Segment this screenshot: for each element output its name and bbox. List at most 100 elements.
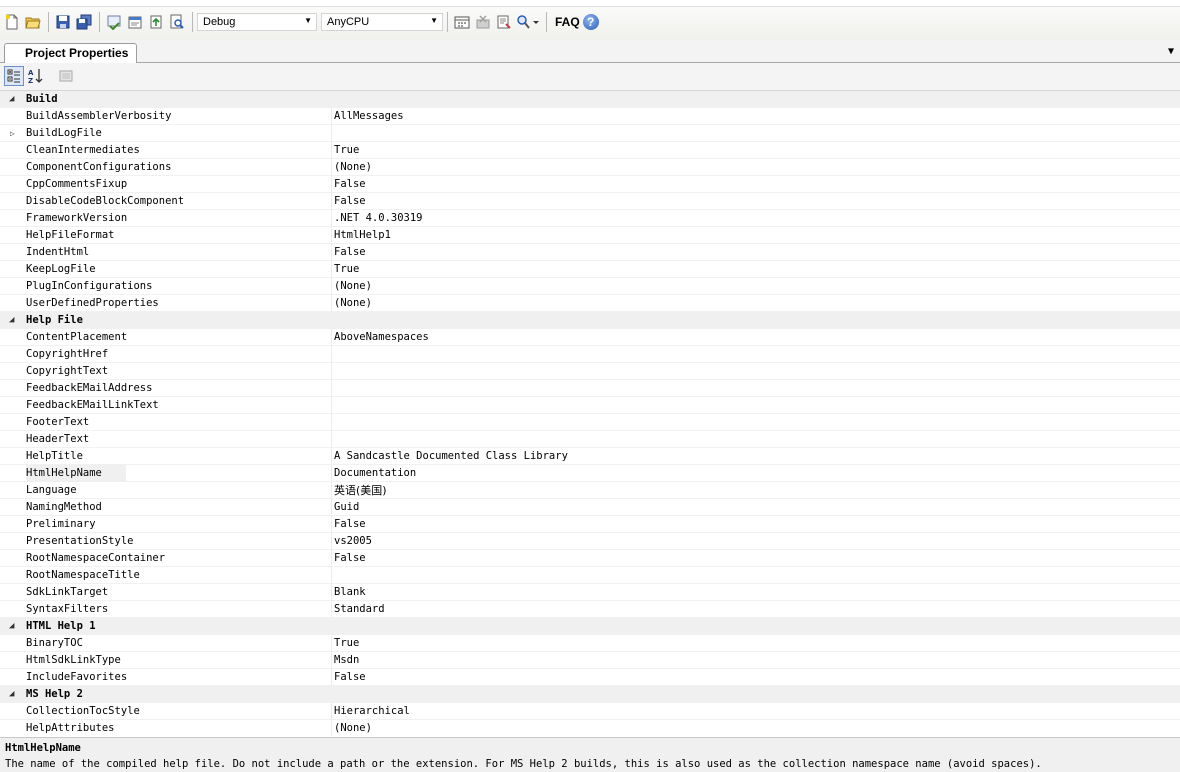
collapse-triangle-icon[interactable]: ◢: [9, 618, 14, 635]
property-value[interactable]: Blank: [334, 584, 1174, 601]
property-row[interactable]: RootNamespaceTitle: [0, 567, 1180, 584]
property-row[interactable]: HeaderText: [0, 431, 1180, 448]
properties-window-icon[interactable]: [125, 12, 145, 32]
property-row[interactable]: Preliminary False: [0, 516, 1180, 533]
search-dropdown-icon[interactable]: [515, 12, 541, 32]
property-value[interactable]: (None): [334, 159, 1174, 176]
property-name: Language: [26, 484, 77, 496]
property-row[interactable]: CleanIntermediates True: [0, 142, 1180, 159]
property-row[interactable]: NamingMethod Guid: [0, 499, 1180, 516]
property-row[interactable]: PlugInConfigurations (None): [0, 278, 1180, 295]
save-icon[interactable]: [53, 12, 73, 32]
property-row[interactable]: FeedbackEMailAddress: [0, 380, 1180, 397]
property-row[interactable]: SdkLinkTarget Blank: [0, 584, 1180, 601]
property-value[interactable]: True: [334, 261, 1174, 278]
property-row[interactable]: PresentationStyle vs2005: [0, 533, 1180, 550]
property-value[interactable]: .NET 4.0.30319: [334, 210, 1174, 227]
cancel-build-icon[interactable]: [473, 12, 493, 32]
property-value[interactable]: vs2005: [334, 533, 1174, 550]
property-value[interactable]: Msdn: [334, 652, 1174, 669]
property-value[interactable]: False: [334, 244, 1174, 261]
property-value[interactable]: 英语(美国): [334, 482, 1174, 499]
property-value[interactable]: False: [334, 550, 1174, 567]
tab-list-dropdown-icon[interactable]: ▼: [1168, 46, 1174, 57]
property-value[interactable]: False: [334, 176, 1174, 193]
category-row[interactable]: ◢ HTML Help 1: [0, 618, 1180, 635]
document-upload-icon[interactable]: [146, 12, 166, 32]
property-row[interactable]: ContentPlacement AboveNamespaces: [0, 329, 1180, 346]
property-name: HtmlSdkLinkType: [26, 654, 121, 666]
help-icon[interactable]: ?: [582, 14, 599, 30]
property-row[interactable]: CollectionTocStyle Hierarchical: [0, 703, 1180, 720]
property-row[interactable]: BuildAssemblerVerbosity AllMessages: [0, 108, 1180, 125]
collapse-triangle-icon[interactable]: ◢: [9, 91, 14, 108]
new-file-icon[interactable]: [2, 12, 22, 32]
property-row[interactable]: FeedbackEMailLinkText: [0, 397, 1180, 414]
property-row[interactable]: HelpTitle A Sandcastle Documented Class L…: [0, 448, 1180, 465]
collapse-triangle-icon[interactable]: ◢: [9, 312, 14, 329]
category-row[interactable]: ◢ Help File: [0, 312, 1180, 329]
property-value[interactable]: HtmlHelp1: [334, 227, 1174, 244]
category-row[interactable]: ◢ Build: [0, 91, 1180, 108]
property-row[interactable]: FrameworkVersion .NET 4.0.30319: [0, 210, 1180, 227]
property-value[interactable]: Documentation: [334, 465, 1174, 482]
property-row[interactable]: UserDefinedProperties (None): [0, 295, 1180, 312]
property-value[interactable]: (None): [334, 295, 1174, 312]
property-value[interactable]: False: [334, 669, 1174, 686]
category-label: Help File: [26, 314, 83, 326]
column-divider: [331, 465, 332, 482]
property-row[interactable]: KeepLogFile True: [0, 261, 1180, 278]
property-row[interactable]: FooterText: [0, 414, 1180, 431]
property-name: UserDefinedProperties: [26, 297, 159, 309]
property-row[interactable]: Language 英语(美国): [0, 482, 1180, 499]
property-row[interactable]: ComponentConfigurations (None): [0, 159, 1180, 176]
property-name: CleanIntermediates: [26, 144, 140, 156]
property-value[interactable]: A Sandcastle Documented Class Library: [334, 448, 1174, 465]
configuration-select[interactable]: Debug ▼: [197, 13, 317, 31]
property-row[interactable]: ▷ BuildLogFile: [0, 125, 1180, 142]
svg-text:Z: Z: [28, 77, 33, 85]
project-explorer-icon[interactable]: [104, 12, 124, 32]
property-row[interactable]: IndentHtml False: [0, 244, 1180, 261]
open-folder-icon[interactable]: [23, 12, 43, 32]
property-row[interactable]: IncludeFavorites False: [0, 669, 1180, 686]
property-row[interactable]: BinaryTOC True: [0, 635, 1180, 652]
column-divider: [331, 397, 332, 414]
property-value[interactable]: False: [334, 516, 1174, 533]
property-pages-icon[interactable]: [56, 66, 76, 86]
property-value[interactable]: (None): [334, 720, 1174, 736]
find-in-document-icon[interactable]: [167, 12, 187, 32]
expand-triangle-icon[interactable]: ▷: [10, 125, 15, 142]
alphabetical-sort-icon[interactable]: AZ: [26, 66, 46, 86]
category-row[interactable]: ◢ MS Help 2: [0, 686, 1180, 703]
property-row[interactable]: CppCommentsFixup False: [0, 176, 1180, 193]
property-row[interactable]: HelpAttributes (None): [0, 720, 1180, 736]
property-value[interactable]: AboveNamespaces: [334, 329, 1174, 346]
view-help-icon[interactable]: [494, 12, 514, 32]
property-row[interactable]: HelpFileFormat HtmlHelp1: [0, 227, 1180, 244]
property-value[interactable]: Standard: [334, 601, 1174, 618]
property-row[interactable]: HtmlSdkLinkType Msdn: [0, 652, 1180, 669]
property-row[interactable]: RootNamespaceContainer False: [0, 550, 1180, 567]
categorized-view-icon[interactable]: [4, 66, 24, 86]
property-row[interactable]: SyntaxFilters Standard: [0, 601, 1180, 618]
property-row[interactable]: HtmlHelpName Documentation: [0, 465, 1180, 482]
faq-button[interactable]: FAQ: [555, 15, 580, 29]
property-value[interactable]: AllMessages: [334, 108, 1174, 125]
property-name: HtmlHelpName: [26, 465, 126, 482]
platform-select[interactable]: AnyCPU ▼: [321, 13, 443, 31]
configuration-value: Debug: [203, 16, 236, 28]
property-row[interactable]: CopyrightText: [0, 363, 1180, 380]
property-row[interactable]: DisableCodeBlockComponent False: [0, 193, 1180, 210]
property-value[interactable]: (None): [334, 278, 1174, 295]
property-row[interactable]: CopyrightHref: [0, 346, 1180, 363]
property-value[interactable]: True: [334, 142, 1174, 159]
property-value[interactable]: True: [334, 635, 1174, 652]
save-all-icon[interactable]: [74, 12, 94, 32]
build-help-icon[interactable]: [452, 12, 472, 32]
property-value[interactable]: Hierarchical: [334, 703, 1174, 720]
property-value[interactable]: False: [334, 193, 1174, 210]
tab-project-properties[interactable]: Project Properties: [4, 43, 138, 63]
collapse-triangle-icon[interactable]: ◢: [9, 686, 14, 703]
property-value[interactable]: Guid: [334, 499, 1174, 516]
